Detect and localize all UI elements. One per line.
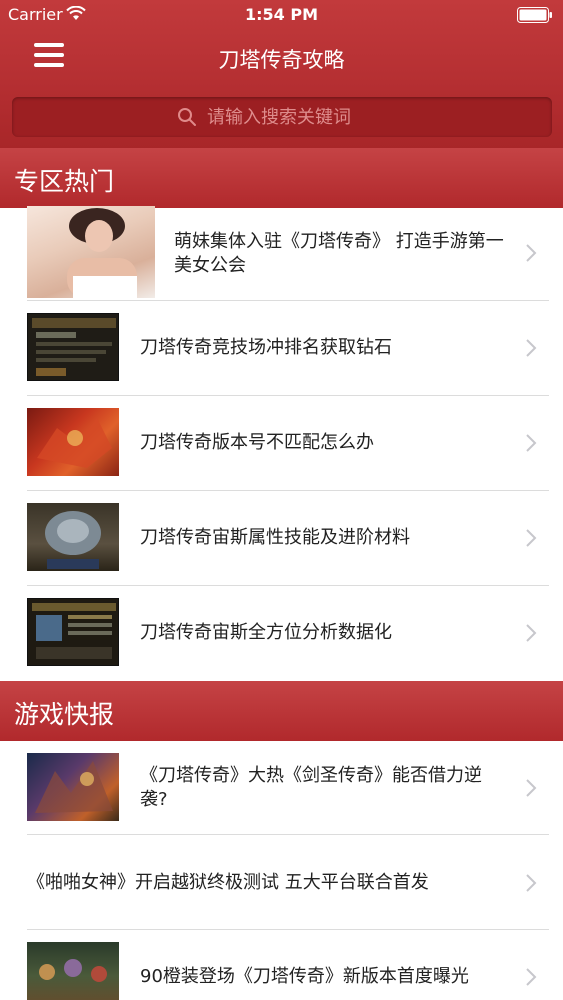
status-time: 1:54 PM	[244, 5, 318, 24]
thumbnail-image	[27, 598, 119, 666]
list-item-title: 《啪啪女神》开启越狱终极测试 五大平台联合首发	[27, 872, 429, 893]
chevron-right-icon	[526, 779, 537, 797]
chevron-right-icon	[526, 529, 537, 547]
chevron-right-icon	[526, 874, 537, 892]
list-item[interactable]: 刀塔传奇竞技场冲排名获取钻石	[0, 301, 563, 396]
list-item[interactable]: 刀塔传奇版本号不匹配怎么办	[0, 396, 563, 491]
battery-icon	[517, 7, 552, 23]
list-item-title: 萌妹集体入驻《刀塔传奇》 打造手游第一美女公会	[174, 231, 504, 276]
search-icon	[178, 108, 196, 126]
chevron-right-icon	[526, 968, 537, 986]
search-bar[interactable]	[12, 97, 552, 137]
list-item[interactable]: 萌妹集体入驻《刀塔传奇》 打造手游第一美女公会	[0, 206, 563, 301]
status-bar: Carrier 1:54 PM	[0, 0, 563, 30]
thumbnail-image	[27, 313, 119, 381]
thumbnail-image	[27, 206, 155, 298]
list-item[interactable]: 《啪啪女神》开启越狱终极测试 五大平台联合首发	[0, 835, 563, 930]
navigation-header: Carrier 1:54 PM 刀塔传奇攻略	[0, 0, 563, 150]
list-item-title: 刀塔传奇宙斯全方位分析数据化	[140, 622, 392, 643]
thumbnail-image	[27, 503, 119, 571]
section-header-news: 游戏快报	[0, 681, 563, 741]
page-title: 刀塔传奇攻略	[218, 48, 345, 72]
chevron-right-icon	[526, 624, 537, 642]
list-item-title: 90橙装登场《刀塔传奇》新版本首度曝光	[140, 966, 469, 987]
list-item[interactable]: 刀塔传奇宙斯全方位分析数据化	[0, 586, 563, 681]
list-item-title: 刀塔传奇竞技场冲排名获取钻石	[140, 337, 392, 358]
section-title: 专区热门	[14, 167, 115, 196]
thumbnail-image	[27, 942, 119, 1000]
chevron-right-icon	[526, 244, 537, 262]
chevron-right-icon	[526, 434, 537, 452]
list-item-title: 刀塔传奇版本号不匹配怎么办	[140, 432, 374, 453]
section-title: 游戏快报	[14, 700, 115, 729]
list-item[interactable]: 刀塔传奇宙斯属性技能及进阶材料	[0, 491, 563, 586]
list-item-title: 刀塔传奇宙斯属性技能及进阶材料	[140, 527, 410, 548]
section-header-hot: 专区热门	[0, 148, 563, 208]
list-item[interactable]: 90橙装登场《刀塔传奇》新版本首度曝光	[0, 930, 563, 1000]
list-item[interactable]: 《刀塔传奇》大热《剑圣传奇》能否借力逆袭?	[0, 741, 563, 835]
thumbnail-image	[27, 408, 119, 476]
chevron-right-icon	[526, 339, 537, 357]
search-input[interactable]	[207, 102, 387, 132]
list-item-title: 《刀塔传奇》大热《剑圣传奇》能否借力逆袭?	[140, 765, 482, 810]
thumbnail-image	[27, 753, 119, 821]
